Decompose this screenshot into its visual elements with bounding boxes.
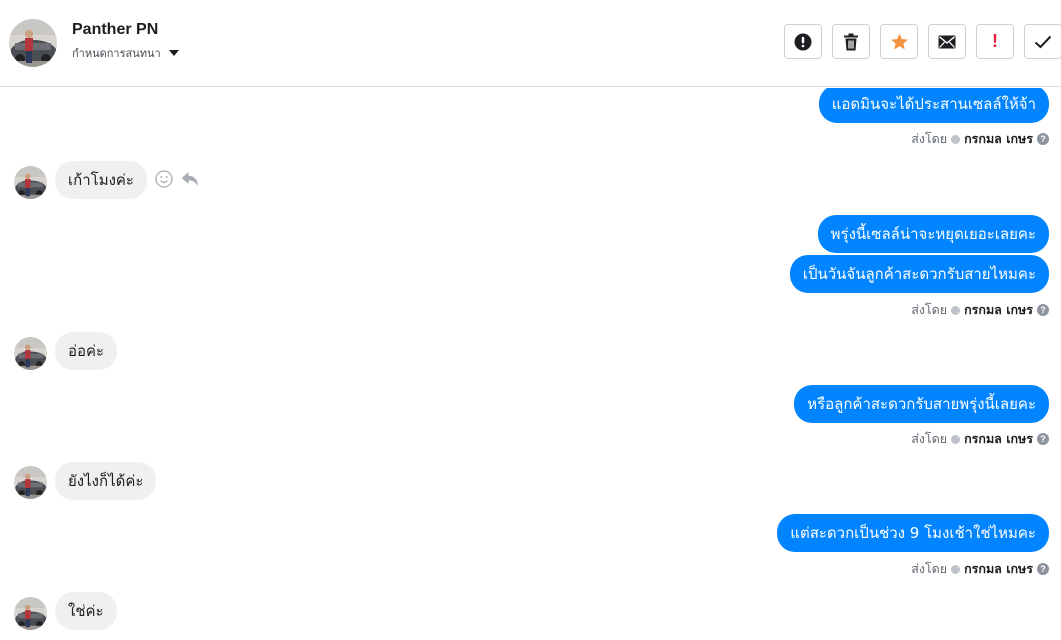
star-icon xyxy=(890,33,908,49)
sent-by-label: ส่งโดย xyxy=(911,131,948,146)
help-icon[interactable]: ? xyxy=(1037,133,1049,145)
conversation-status-dropdown[interactable]: กำหนดการสนทนา xyxy=(72,44,179,62)
sent-by-info: ส่งโดย กรกมล เกษร ? xyxy=(911,559,1049,579)
help-icon[interactable]: ? xyxy=(1037,433,1049,445)
outgoing-message[interactable]: แอดมินจะได้ประสานเซลล์ให้จ้า xyxy=(818,88,1049,123)
contact-avatar-small[interactable] xyxy=(14,466,47,499)
sent-by-info: ส่งโดย กรกมล เกษร ? xyxy=(911,129,1049,149)
sent-by-label: ส่งโดย xyxy=(911,302,948,317)
sender-name: กรกมล เกษร xyxy=(964,431,1033,446)
message-text: เก้าโมงค่ะ xyxy=(68,171,134,189)
conversation-status-label: กำหนดการสนทนา xyxy=(72,47,161,60)
contact-avatar[interactable] xyxy=(9,19,57,67)
incoming-message[interactable]: อ่อค่ะ xyxy=(55,332,118,370)
sent-by-label: ส่งโดย xyxy=(911,561,948,576)
help-icon[interactable]: ? xyxy=(1037,563,1049,575)
message-text: พรุ่งนี้เซลล์น่าจะหยุดเยอะเลยคะ xyxy=(830,225,1036,243)
incoming-message[interactable]: เก้าโมงค่ะ xyxy=(55,161,147,199)
sent-by-label: ส่งโดย xyxy=(911,431,948,446)
outgoing-message[interactable]: แต่สะดวกเป็นช่วง 9 โมงเช้าใช่ไหมคะ xyxy=(777,514,1049,552)
conversation-header: Panther PN กำหนดการสนทนา ! xyxy=(0,0,1061,87)
exclamation-icon: ! xyxy=(992,31,998,51)
envelope-icon xyxy=(938,35,956,48)
sent-by-info: ส่งโดย กรกมล เกษร ? xyxy=(911,300,1049,320)
message-thread: แอดมินจะได้ประสานเซลล์ให้จ้า ส่งโดย กรกม… xyxy=(0,88,1061,640)
message-text: เป็นวันจันลูกค้าสะดวกรับสายไหมคะ xyxy=(802,265,1036,283)
incoming-message[interactable]: ใช่ค่ะ xyxy=(55,592,117,630)
mark-spam-button[interactable] xyxy=(784,24,822,59)
contact-name[interactable]: Panther PN xyxy=(72,21,158,39)
mark-unread-button[interactable] xyxy=(928,24,966,59)
star-button[interactable] xyxy=(880,24,918,59)
verified-dot-icon xyxy=(951,434,961,444)
contact-avatar-small[interactable] xyxy=(14,597,47,630)
contact-avatar-small[interactable] xyxy=(14,337,47,370)
sender-name: กรกมล เกษร xyxy=(964,131,1033,146)
message-text: อ่อค่ะ xyxy=(68,342,105,360)
message-actions xyxy=(155,170,199,188)
mark-important-button[interactable]: ! xyxy=(976,24,1014,59)
caret-down-icon xyxy=(168,50,179,56)
verified-dot-icon xyxy=(951,134,961,144)
incoming-message[interactable]: ยังไงก็ได้ค่ะ xyxy=(55,462,157,500)
check-icon xyxy=(1034,35,1052,48)
outgoing-message[interactable]: พรุ่งนี้เซลล์น่าจะหยุดเยอะเลยคะ xyxy=(817,215,1049,253)
trash-icon xyxy=(844,33,858,50)
outgoing-message[interactable]: หรือลูกค้าสะดวกรับสายพรุ่งนี้เลยคะ xyxy=(794,385,1049,423)
verified-dot-icon xyxy=(951,564,961,574)
message-text: ยังไงก็ได้ค่ะ xyxy=(68,472,144,490)
message-text: ใช่ค่ะ xyxy=(68,602,104,620)
sent-by-info: ส่งโดย กรกมล เกษร ? xyxy=(911,429,1049,449)
help-icon[interactable]: ? xyxy=(1037,304,1049,316)
message-text: แต่สะดวกเป็นช่วง 9 โมงเช้าใช่ไหมคะ xyxy=(790,524,1036,542)
contact-avatar-small[interactable] xyxy=(14,166,47,199)
emoji-reaction-icon[interactable] xyxy=(155,170,173,188)
alert-circle-icon xyxy=(794,33,812,50)
sender-name: กรกมล เกษร xyxy=(964,302,1033,317)
reply-icon[interactable] xyxy=(181,171,199,187)
message-text: หรือลูกค้าสะดวกรับสายพรุ่งนี้เลยคะ xyxy=(807,395,1036,413)
outgoing-message[interactable]: เป็นวันจันลูกค้าสะดวกรับสายไหมคะ xyxy=(789,255,1049,293)
sender-name: กรกมล เกษร xyxy=(964,561,1033,576)
mark-done-button[interactable] xyxy=(1024,24,1061,59)
verified-dot-icon xyxy=(951,305,961,315)
delete-button[interactable] xyxy=(832,24,870,59)
message-text: แอดมินจะได้ประสานเซลล์ให้จ้า xyxy=(831,95,1036,113)
